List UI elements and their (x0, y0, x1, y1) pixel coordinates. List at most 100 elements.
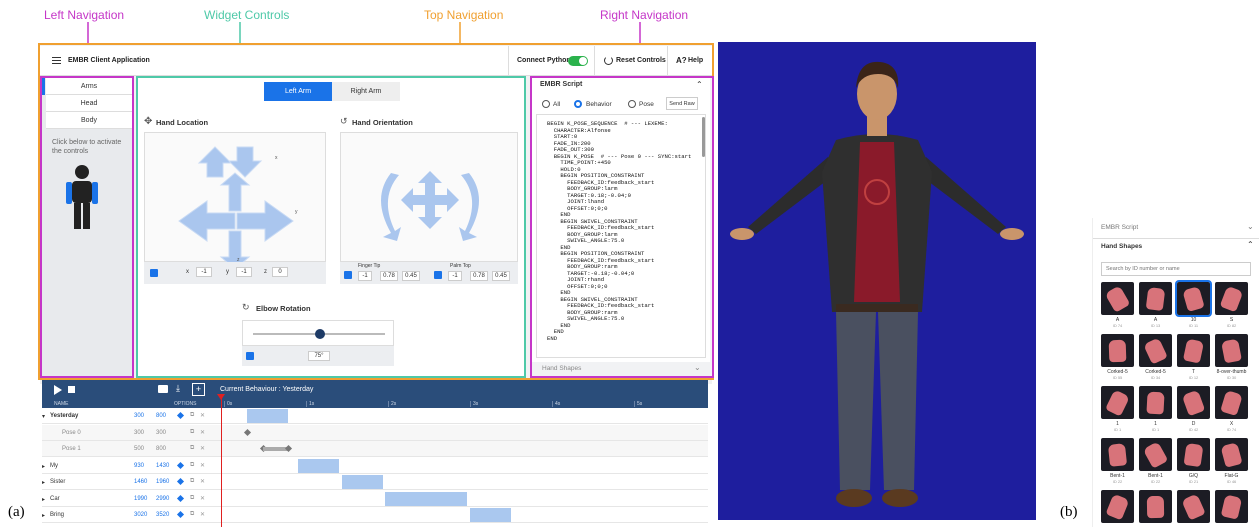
timeline-tick: 2s (388, 401, 396, 407)
timeline-row[interactable]: ▸ My 930 1430 ⧉ ✕ (42, 457, 708, 474)
timeline-row-end[interactable]: 1960 (156, 479, 169, 485)
keyframe-icon[interactable] (176, 510, 185, 519)
hand-shape-thumbnail[interactable] (1177, 386, 1210, 419)
timeline-row-end[interactable]: 800 (156, 413, 166, 419)
close-icon[interactable]: ✕ (200, 445, 205, 452)
playhead-marker[interactable] (217, 394, 225, 400)
hand-shape-thumbnail[interactable] (1139, 438, 1172, 471)
hand-shape-image (1220, 442, 1243, 468)
hand-shape-id: ID 82 (1226, 323, 1237, 328)
close-icon[interactable]: ✕ (200, 462, 205, 469)
chevron-right-icon[interactable]: ▸ (42, 479, 45, 486)
pose-keyframe[interactable] (243, 428, 251, 436)
timeline-row-start[interactable]: 930 (134, 463, 144, 469)
timeline-row-start[interactable]: 3020 (134, 512, 147, 518)
hand-shape-image (1146, 391, 1165, 415)
keyframe-icon[interactable] (176, 494, 185, 502)
timeline-row[interactable]: ▸ Bring 3020 3520 ⧉ ✕ (42, 507, 708, 523)
copy-icon[interactable]: ⧉ (190, 495, 194, 502)
hand-shape-thumbnail[interactable] (1215, 282, 1248, 315)
timeline-bar[interactable] (298, 458, 340, 473)
close-icon[interactable]: ✕ (200, 429, 205, 436)
hand-shape-id: ID 12 (1188, 375, 1199, 380)
hand-shape-thumbnail[interactable] (1177, 438, 1210, 471)
copy-icon[interactable]: ⧉ (190, 478, 194, 485)
timeline-row-end[interactable]: 1430 (156, 463, 169, 469)
hand-shape-image (1143, 337, 1168, 365)
hand-shape-thumbnail[interactable] (1177, 490, 1210, 523)
copy-icon[interactable]: ⧉ (190, 462, 194, 469)
hand-shape-id: ID 30 (1226, 375, 1237, 380)
timeline-row-end[interactable]: 2990 (156, 496, 169, 502)
close-icon[interactable]: ✕ (200, 412, 205, 419)
hand-shape-thumbnail[interactable] (1139, 282, 1172, 315)
hand-shape-image (1181, 389, 1206, 417)
timeline-row-name: Car (50, 495, 60, 502)
hand-shape-image (1104, 285, 1131, 313)
folder-icon[interactable] (158, 385, 168, 393)
timeline-tick: 1s (306, 401, 314, 407)
timeline-row[interactable]: ▸ Sister 1460 1960 ⧉ ✕ (42, 474, 708, 490)
hand-shape-image (1105, 389, 1130, 417)
hand-shape-thumbnail[interactable] (1215, 334, 1248, 367)
timeline-row-end[interactable]: 800 (156, 446, 166, 452)
copy-icon[interactable]: ⧉ (190, 412, 194, 419)
timeline-row-start[interactable]: 300 (134, 413, 144, 419)
timeline-row-name: Pose 0 (62, 429, 81, 436)
keyframe-icon[interactable] (176, 477, 185, 486)
hand-shape-thumbnail[interactable] (1215, 438, 1248, 471)
timeline-row-start[interactable]: 1460 (134, 479, 147, 485)
hand-shape-thumbnail[interactable] (1177, 334, 1210, 367)
hand-shape-thumbnail[interactable] (1215, 386, 1248, 419)
chevron-right-icon[interactable]: ▸ (42, 496, 45, 503)
hand-shape-thumbnail[interactable] (1139, 386, 1172, 419)
timeline-row-start[interactable]: 300 (134, 430, 144, 436)
hand-shape-thumbnail[interactable] (1101, 334, 1134, 367)
timeline-row[interactable]: Pose 0 300 300 ⧉ ✕ (42, 424, 708, 441)
script-expand-icon[interactable]: ⌄ (1247, 222, 1254, 231)
avatar-viewport[interactable] (718, 42, 1036, 520)
timeline-row-start[interactable]: 1990 (134, 496, 147, 502)
stop-icon[interactable] (68, 386, 75, 393)
timeline-row-end[interactable]: 300 (156, 430, 166, 436)
timeline-bar[interactable] (385, 491, 468, 506)
close-icon[interactable]: ✕ (200, 478, 205, 485)
keyframe-icon[interactable] (176, 411, 185, 420)
timeline-bar[interactable] (246, 409, 288, 423)
hand-shape-id: ID 22 (1150, 479, 1161, 484)
hand-shape-thumbnail[interactable] (1215, 490, 1248, 523)
timeline-row-end[interactable]: 3520 (156, 512, 169, 518)
timeline-row[interactable]: ▸ Car 1990 2990 ⧉ ✕ (42, 490, 708, 507)
hand-shape-search-input[interactable] (1101, 262, 1251, 276)
timeline-row-start[interactable]: 500 (134, 446, 144, 452)
add-icon[interactable]: + (192, 383, 205, 396)
copy-icon[interactable]: ⧉ (190, 445, 194, 452)
close-icon[interactable]: ✕ (200, 495, 205, 502)
chevron-right-icon[interactable]: ▸ (42, 463, 45, 470)
timeline-bar[interactable] (469, 508, 511, 522)
chevron-down-icon[interactable]: ▾ (42, 413, 45, 420)
keyframe-icon[interactable] (176, 461, 185, 469)
close-icon[interactable]: ✕ (200, 511, 205, 518)
playhead[interactable] (221, 394, 222, 527)
hand-shape-thumbnail[interactable] (1101, 438, 1134, 471)
hand-shape-image (1220, 494, 1243, 520)
hand-shape-thumbnail[interactable] (1139, 490, 1172, 523)
timeline-row[interactable]: Pose 1 500 800 ⧉ ✕ (42, 441, 708, 457)
hand-shapes-collapse-icon[interactable]: ⌃ (1247, 240, 1254, 249)
hand-shape-image (1183, 442, 1204, 468)
timeline-bar[interactable] (341, 475, 383, 489)
hand-shape-image (1145, 287, 1166, 311)
copy-icon[interactable]: ⧉ (190, 511, 194, 518)
hand-shape-thumbnail[interactable] (1175, 280, 1212, 317)
hand-shape-image (1105, 493, 1130, 521)
download-icon[interactable]: ⤓ (176, 383, 180, 394)
hand-shape-thumbnail[interactable] (1101, 386, 1134, 419)
hand-shape-thumbnail[interactable] (1139, 334, 1172, 367)
play-icon[interactable] (54, 385, 62, 395)
copy-icon[interactable]: ⧉ (190, 429, 194, 436)
hand-shape-thumbnail[interactable] (1101, 490, 1134, 523)
hand-shape-thumbnail[interactable] (1101, 282, 1134, 315)
chevron-right-icon[interactable]: ▸ (42, 512, 45, 519)
timeline-row[interactable]: ▾ Yesterday 300 800 ⧉ ✕ (42, 408, 708, 424)
